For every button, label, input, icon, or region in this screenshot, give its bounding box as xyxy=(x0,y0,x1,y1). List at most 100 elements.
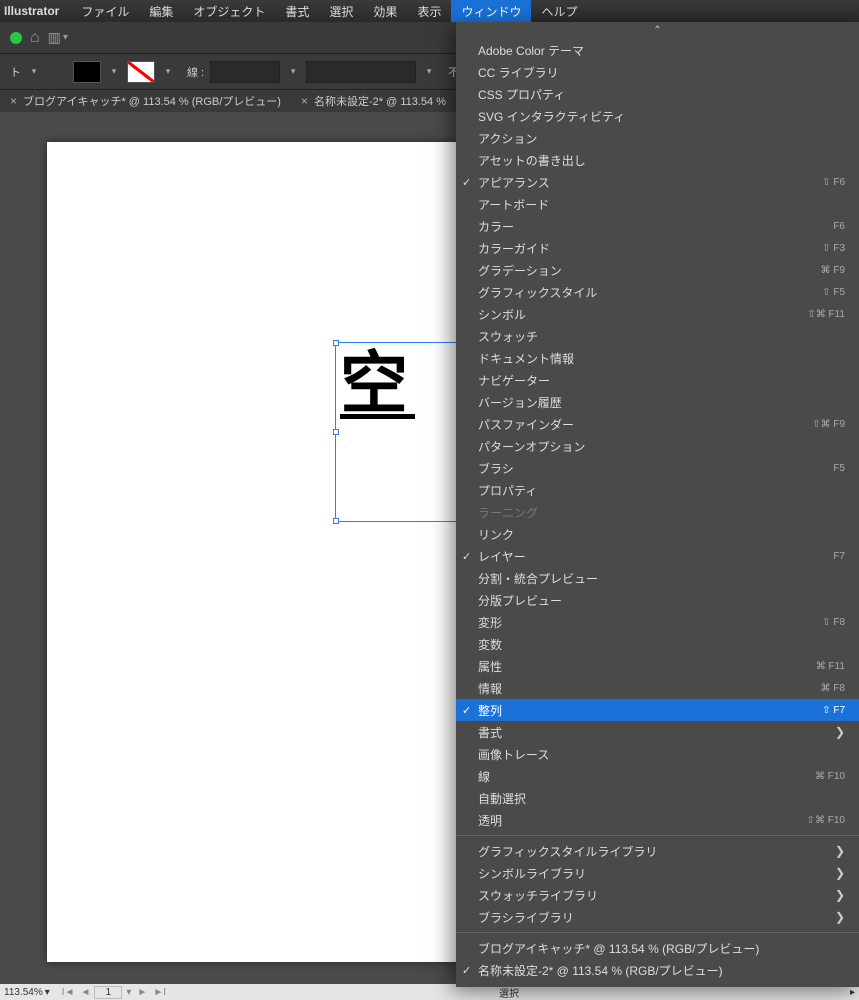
document-tab[interactable]: ×名称未設定-2* @ 113.54 % xyxy=(291,90,456,112)
artboard-dropdown[interactable]: ▾ xyxy=(124,987,133,998)
check-icon: ✓ xyxy=(462,704,471,717)
menu-item[interactable]: 属性⌘ F11 xyxy=(456,655,859,677)
menu-item[interactable]: CSS プロパティ xyxy=(456,83,859,105)
menu-item[interactable]: 線⌘ F10 xyxy=(456,765,859,787)
menu-item[interactable]: 情報⌘ F8 xyxy=(456,677,859,699)
text-object[interactable]: 空 xyxy=(340,350,408,418)
truncated-label: ト xyxy=(10,64,21,80)
menu-書式[interactable]: 書式 xyxy=(275,0,319,22)
menu-ファイル[interactable]: ファイル xyxy=(71,0,139,22)
menu-scroll-up[interactable]: ⌃ xyxy=(456,22,859,39)
menu-item[interactable]: 書式❯ xyxy=(456,721,859,743)
menu-item[interactable]: グラフィックスタイル⇧ F5 xyxy=(456,281,859,303)
menu-item[interactable]: ✓レイヤーF7 xyxy=(456,545,859,567)
menu-item-label: Adobe Color テーマ xyxy=(478,42,584,59)
menu-item[interactable]: 自動選択 xyxy=(456,787,859,809)
menu-選択[interactable]: 選択 xyxy=(319,0,363,22)
menu-item[interactable]: アートボード xyxy=(456,193,859,215)
menu-item[interactable]: シンボルライブラリ❯ xyxy=(456,862,859,884)
menu-item[interactable]: ✓アピアランス⇧ F6 xyxy=(456,171,859,193)
selection-handle[interactable] xyxy=(333,518,339,524)
first-artboard-button[interactable]: I◄ xyxy=(60,987,77,998)
menu-item-label: アセットの書き出し xyxy=(478,152,586,169)
fill-swatch[interactable] xyxy=(73,61,101,83)
menu-item[interactable]: ナビゲーター xyxy=(456,369,859,391)
menu-item-label: CC ライブラリ xyxy=(478,64,559,81)
workspace-layout-button[interactable]: ▥ ▾ xyxy=(48,29,68,46)
menu-item-label: グラデーション xyxy=(478,262,562,279)
stroke-swatch[interactable] xyxy=(127,61,155,83)
menu-item[interactable]: バージョン履歴 xyxy=(456,391,859,413)
menu-item[interactable]: 分割・統合プレビュー xyxy=(456,567,859,589)
menu-item[interactable]: CC ライブラリ xyxy=(456,61,859,83)
menu-item-label: シンボル xyxy=(478,306,526,323)
stroke-dropdown[interactable]: ▾ xyxy=(161,61,175,83)
stroke-weight-field[interactable] xyxy=(210,61,280,83)
menu-item[interactable]: パスファインダー⇧⌘ F9 xyxy=(456,413,859,435)
stroke-label: 線 : xyxy=(187,64,204,80)
fill-dropdown[interactable]: ▾ xyxy=(107,61,121,83)
menu-shortcut: ⇧ F5 xyxy=(822,287,845,298)
last-artboard-button[interactable]: ►I xyxy=(151,987,168,998)
menu-item-label: ブラシライブラリ xyxy=(478,909,574,926)
menu-item[interactable]: アクション xyxy=(456,127,859,149)
menu-item[interactable]: 変数 xyxy=(456,633,859,655)
menu-item-label: 分割・統合プレビュー xyxy=(478,570,598,587)
menu-item[interactable]: ✓名称未設定-2* @ 113.54 % (RGB/プレビュー) xyxy=(456,959,859,981)
brush-dropdown[interactable]: ▾ xyxy=(422,61,436,83)
next-artboard-button[interactable]: ► xyxy=(135,987,149,998)
menu-item[interactable]: グラデーション⌘ F9 xyxy=(456,259,859,281)
menu-item[interactable]: ✓整列⇧ F7 xyxy=(456,699,859,721)
stroke-weight-dropdown[interactable]: ▾ xyxy=(286,61,300,83)
menu-item[interactable]: パターンオプション xyxy=(456,435,859,457)
menu-item-label: 自動選択 xyxy=(478,790,526,807)
menu-item-label: カラー xyxy=(478,218,514,235)
menu-item[interactable]: ドキュメント情報 xyxy=(456,347,859,369)
menu-shortcut: ⌘ F8 xyxy=(821,683,845,694)
menu-item[interactable]: ブログアイキャッチ* @ 113.54 % (RGB/プレビュー) xyxy=(456,937,859,959)
menu-ウィンドウ[interactable]: ウィンドウ xyxy=(451,0,531,22)
document-tab[interactable]: ×ブログアイキャッチ* @ 113.54 % (RGB/プレビュー) xyxy=(0,90,291,112)
brush-field[interactable] xyxy=(306,61,416,83)
close-tab-icon[interactable]: × xyxy=(10,94,17,108)
menu-item[interactable]: カラーガイド⇧ F3 xyxy=(456,237,859,259)
menu-効果[interactable]: 効果 xyxy=(363,0,407,22)
menu-item[interactable]: 分版プレビュー xyxy=(456,589,859,611)
menu-オブジェクト[interactable]: オブジェクト xyxy=(183,0,275,22)
menu-item-label: ナビゲーター xyxy=(478,372,550,389)
dropdown-chevron[interactable]: ▾ xyxy=(27,61,41,83)
menu-編集[interactable]: 編集 xyxy=(139,0,183,22)
menu-separator xyxy=(456,835,859,836)
menu-item: ラーニング xyxy=(456,501,859,523)
window-close-dot[interactable] xyxy=(10,32,22,44)
menu-item[interactable]: 透明⇧⌘ F10 xyxy=(456,809,859,831)
menu-item[interactable]: カラーF6 xyxy=(456,215,859,237)
menu-item[interactable]: アセットの書き出し xyxy=(456,149,859,171)
menu-item[interactable]: リンク xyxy=(456,523,859,545)
selection-handle[interactable] xyxy=(333,429,339,435)
menu-item-label: スウォッチ xyxy=(478,328,538,345)
selection-handle[interactable] xyxy=(333,340,339,346)
status-menu[interactable]: ▸ xyxy=(850,987,855,998)
menu-item-label: 線 xyxy=(478,768,490,785)
menu-表示[interactable]: 表示 xyxy=(407,0,451,22)
menu-item[interactable]: SVG インタラクティビティ xyxy=(456,105,859,127)
menu-item[interactable]: ブラシF5 xyxy=(456,457,859,479)
menu-item[interactable]: Adobe Color テーマ xyxy=(456,39,859,61)
menu-item[interactable]: プロパティ xyxy=(456,479,859,501)
menu-item[interactable]: スウォッチライブラリ❯ xyxy=(456,884,859,906)
artboard-number[interactable]: 1 xyxy=(94,986,122,999)
close-tab-icon[interactable]: × xyxy=(301,94,308,108)
menu-item[interactable]: 変形⇧ F8 xyxy=(456,611,859,633)
menu-item[interactable]: スウォッチ xyxy=(456,325,859,347)
zoom-level[interactable]: 113.54% ▾ xyxy=(4,987,50,998)
menu-item[interactable]: グラフィックスタイルライブラリ❯ xyxy=(456,840,859,862)
window-menu-dropdown: ⌃ Adobe Color テーマ CC ライブラリ CSS プロパティSVG イン… xyxy=(456,22,859,987)
home-icon[interactable]: ⌂ xyxy=(30,29,40,47)
menu-ヘルプ[interactable]: ヘルプ xyxy=(531,0,587,22)
menu-item[interactable]: ブラシライブラリ❯ xyxy=(456,906,859,928)
menubar: Illustrator ファイル編集オブジェクト書式選択効果表示ウィンドウヘルプ xyxy=(0,0,859,22)
menu-item[interactable]: シンボル⇧⌘ F11 xyxy=(456,303,859,325)
prev-artboard-button[interactable]: ◄ xyxy=(78,987,92,998)
menu-item[interactable]: 画像トレース xyxy=(456,743,859,765)
